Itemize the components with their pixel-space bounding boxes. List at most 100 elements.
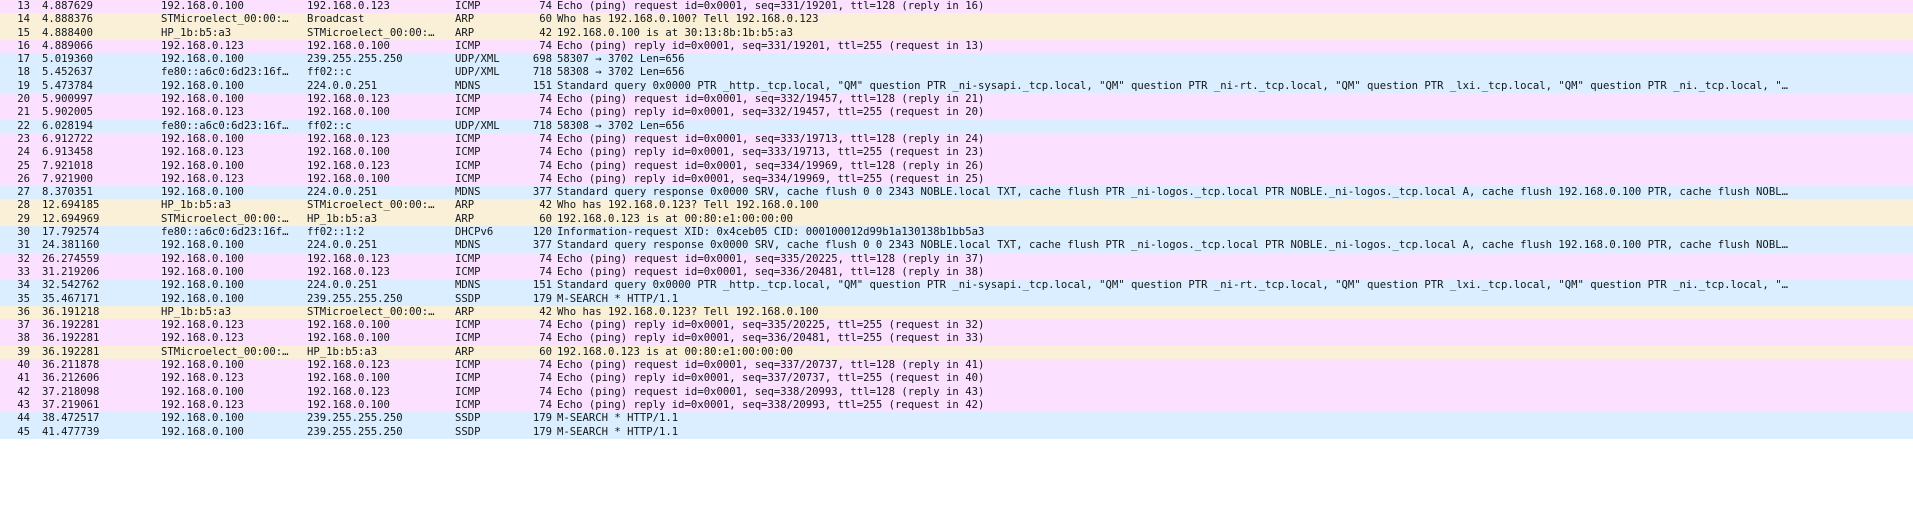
packet-destination: 192.168.0.123 [307,132,390,145]
packet-time: 36.192281 [42,332,100,345]
packet-time: 5.902005 [42,106,94,119]
packet-row[interactable]: 43 37.219061 192.168.0.123 192.168.0.100 ICM… [0,398,1913,413]
packet-info: Echo (ping) reply id=0x0001, seq=332/194… [557,106,985,119]
packet-length: 42 [539,305,552,318]
packet-info: 192.168.0.123 is at 00:80:e1:00:00:00 [557,212,793,225]
packet-source: fe80::a6c0:6d23:16f… [161,119,289,132]
packet-row[interactable]: 35 35.467171 192.168.0.100 239.255.255.250 S… [0,292,1913,306]
packet-source: 192.168.0.123 [161,372,244,385]
packet-destination: 192.168.0.100 [307,146,390,159]
packet-destination: HP_1b:b5:a3 [307,212,378,225]
packet-time: 4.888376 [42,13,94,26]
packet-info: Information-request XID: 0x4ceb05 CID: 0… [557,226,985,239]
packet-destination: STMicroelect_00:00:… [307,199,435,212]
packet-row[interactable]: 32 26.274559 192.168.0.100 192.168.0.123 ICM… [0,252,1913,266]
packet-source: 192.168.0.100 [161,265,244,278]
packet-number: 17 [17,53,30,66]
packet-source: STMicroelect_00:00:… [161,212,289,225]
packet-row[interactable]: 20 5.900997 192.168.0.100 192.168.0.123 ICMP… [0,93,1913,107]
packet-row[interactable]: 28 12.694185 HP_1b:b5:a3 STMicroelect_00:00… [0,199,1913,213]
packet-time: 17.792574 [42,226,100,239]
packet-row[interactable]: 33 31.219206 192.168.0.100 192.168.0.123 ICM… [0,265,1913,280]
packet-row[interactable]: 21 5.902005 192.168.0.123 192.168.0.100 ICMP… [0,106,1913,120]
packet-destination: ff02::c [307,66,352,79]
packet-time: 8.370351 [42,186,94,199]
packet-number: 31 [17,239,30,252]
packet-row[interactable]: 23 6.912722 192.168.0.100 192.168.0.123 ICMP… [0,132,1913,147]
packet-source: 192.168.0.100 [161,252,244,265]
packet-length: 74 [539,265,552,278]
packet-info: Echo (ping) request id=0x0001, seq=338/2… [557,385,985,398]
packet-destination: 239.255.255.250 [307,412,403,425]
packet-destination: 192.168.0.100 [307,398,390,411]
packet-length: 179 [532,412,552,425]
packet-length: 377 [532,186,552,199]
packet-source: 192.168.0.100 [161,412,244,425]
packet-source: 192.168.0.100 [161,292,244,305]
packet-row[interactable]: 27 8.370351 192.168.0.100 224.0.0.251 MDNS 37… [0,186,1913,200]
packet-number: 43 [17,398,30,411]
packet-row[interactable]: 26 7.921900 192.168.0.123 192.168.0.100 ICMP… [0,172,1913,187]
packet-time: 12.694185 [42,199,100,212]
packet-row[interactable]: 22 6.028194 fe80::a6c0:6d23:16f… ff02::c UDP… [0,119,1913,133]
packet-row[interactable]: 30 17.792574 fe80::a6c0:6d23:16f… ff02::1:2… [0,226,1913,240]
packet-length: 74 [539,319,552,332]
packet-row[interactable]: 36 36.191218 HP_1b:b5:a3 STMicroelect_00:00… [0,305,1913,320]
packet-destination: 224.0.0.251 [307,79,378,92]
packet-number: 37 [17,319,30,332]
packet-row[interactable]: 34 32.542762 192.168.0.100 224.0.0.251 MDNS 1… [0,279,1913,293]
packet-list[interactable]: 13 4.887629 192.168.0.100 192.168.0.123 ICMP… [0,0,1913,505]
packet-row[interactable]: 44 38.472517 192.168.0.100 239.255.255.250 S… [0,412,1913,426]
packet-source: 192.168.0.100 [161,359,244,372]
packet-time: 36.191218 [42,305,100,318]
packet-row[interactable]: 19 5.473784 192.168.0.100 224.0.0.251 MDNS 15… [0,79,1913,94]
packet-row[interactable]: 14 4.888376 STMicroelect_00:00:… Broadcast A… [0,13,1913,27]
packet-number: 27 [17,186,30,199]
packet-row[interactable]: 37 36.192281 192.168.0.123 192.168.0.100 ICM… [0,319,1913,333]
packet-destination: 192.168.0.100 [307,332,390,345]
packet-destination: 192.168.0.100 [307,319,390,332]
packet-row[interactable]: 39 36.192281 STMicroelect_00:00:… HP_1b:b5:… [0,345,1913,360]
packet-source: HP_1b:b5:a3 [161,199,232,212]
packet-row[interactable]: 18 5.452637 fe80::a6c0:6d23:16f… ff02::c UDP… [0,66,1913,80]
packet-row[interactable]: 40 36.211878 192.168.0.100 192.168.0.123 ICM… [0,359,1913,373]
packet-info: Standard query 0x0000 PTR _http._tcp.loc… [557,279,1788,292]
packet-time: 35.467171 [42,292,100,305]
packet-length: 60 [539,345,552,358]
packet-source: HP_1b:b5:a3 [161,305,232,318]
packet-row[interactable]: 42 37.218098 192.168.0.100 192.168.0.123 ICM… [0,385,1913,399]
packet-time: 4.888400 [42,26,94,39]
packet-info: Echo (ping) reply id=0x0001, seq=337/207… [557,372,985,385]
packet-length: 74 [539,132,552,145]
packet-source: 192.168.0.123 [161,332,244,345]
packet-time: 36.212606 [42,372,100,385]
packet-row[interactable]: 24 6.913458 192.168.0.123 192.168.0.100 ICMP… [0,146,1913,160]
packet-time: 6.912722 [42,132,94,145]
packet-number: 13 [17,0,30,12]
packet-row[interactable]: 38 36.192281 192.168.0.123 192.168.0.100 ICM… [0,332,1913,346]
packet-destination: 192.168.0.100 [307,172,390,185]
packet-row[interactable]: 15 4.888400 HP_1b:b5:a3 STMicroelect_00:00:… [0,26,1913,40]
packet-source: STMicroelect_00:00:… [161,13,289,26]
packet-source: 192.168.0.100 [161,53,244,66]
packet-row[interactable]: 31 24.381160 192.168.0.100 224.0.0.251 MDNS 3… [0,239,1913,253]
packet-time: 7.921018 [42,159,94,172]
packet-info: Standard query response 0x0000 SRV, cach… [557,186,1788,199]
packet-destination: 192.168.0.123 [307,265,390,278]
packet-row[interactable]: 45 41.477739 192.168.0.100 239.255.255.250 S… [0,425,1913,439]
packet-row[interactable]: 16 4.889066 192.168.0.123 192.168.0.100 ICMP… [0,39,1913,54]
packet-row[interactable]: 13 4.887629 192.168.0.100 192.168.0.123 ICMP… [0,0,1913,14]
packet-row[interactable]: 25 7.921018 192.168.0.100 192.168.0.123 ICMP… [0,159,1913,173]
packet-row[interactable]: 41 36.212606 192.168.0.123 192.168.0.100 ICM… [0,372,1913,386]
packet-destination: 192.168.0.100 [307,39,390,52]
packet-destination: 224.0.0.251 [307,186,378,199]
packet-number: 14 [17,13,30,26]
packet-row[interactable]: 29 12.694969 STMicroelect_00:00:… HP_1b:b5:… [0,212,1913,227]
packet-source: 192.168.0.100 [161,0,244,12]
packet-destination: 192.168.0.123 [307,0,390,12]
packet-time: 32.542762 [42,279,100,292]
packet-source: 192.168.0.100 [161,132,244,145]
packet-row[interactable]: 17 5.019360 192.168.0.100 239.255.255.250 UD… [0,53,1913,67]
packet-length: 74 [539,93,552,106]
packet-info: Echo (ping) reply id=0x0001, seq=331/192… [557,39,985,52]
